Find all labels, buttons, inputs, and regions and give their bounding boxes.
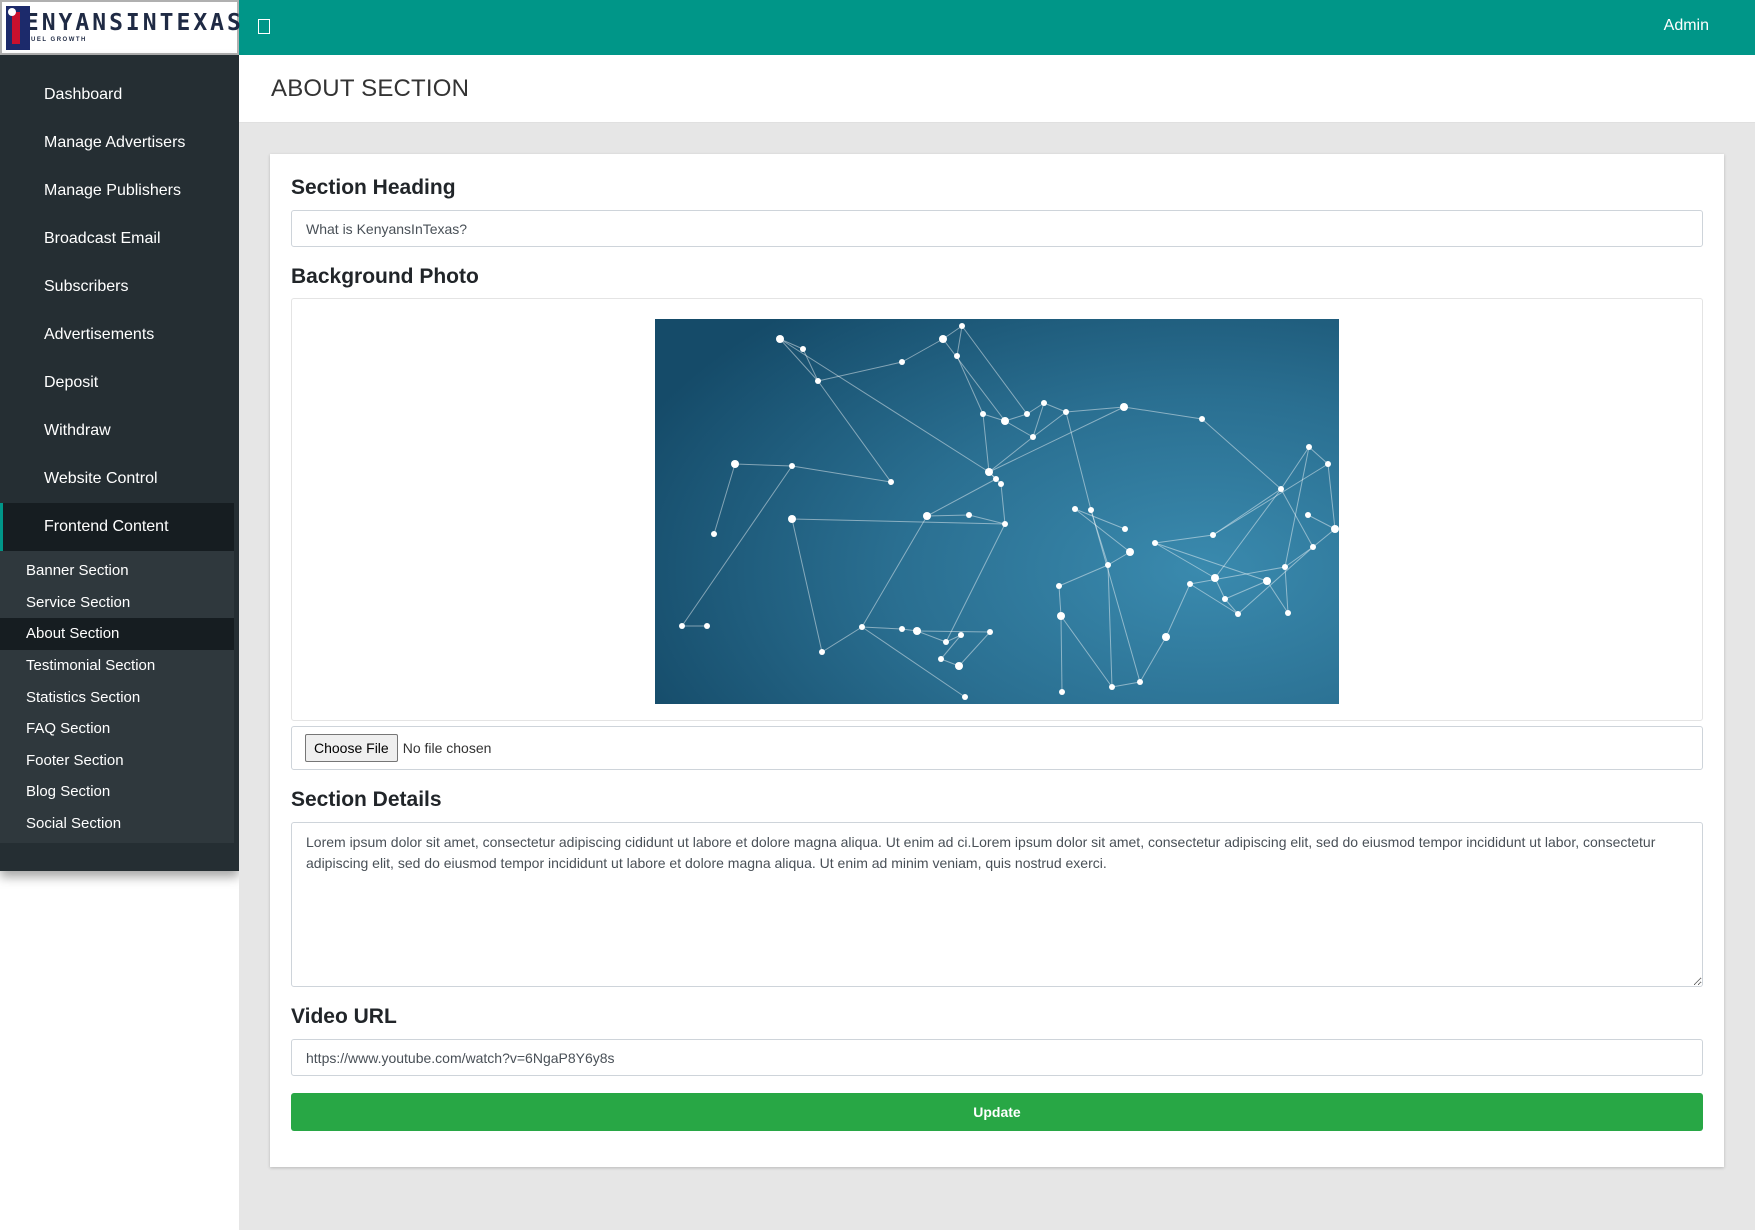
sidebar-item-manage-advertisers[interactable]: Manage Advertisers xyxy=(0,119,239,167)
video-url-label: Video URL xyxy=(291,1005,397,1028)
brand-logo[interactable]: KENYANSINTEXAS WE FUEL GROWTH xyxy=(0,0,241,55)
network-background-image xyxy=(655,319,1339,704)
subnav-item-service-section[interactable]: Service Section xyxy=(0,587,234,619)
background-photo-preview xyxy=(291,298,1703,721)
sidebar: Dashboard Manage Advertisers Manage Publ… xyxy=(0,55,239,871)
background-photo-label: Background Photo xyxy=(291,265,479,288)
subnav-item-faq-section[interactable]: FAQ Section xyxy=(0,713,234,745)
video-url-input[interactable] xyxy=(291,1039,1703,1076)
section-heading-input[interactable] xyxy=(291,210,1703,247)
sidebar-item-deposit[interactable]: Deposit xyxy=(0,359,239,407)
about-section-form: Section Heading Background Photo Choose … xyxy=(270,154,1724,1167)
page-header: ABOUT SECTION xyxy=(239,55,1755,123)
brand-name: KENYANSINTEXAS xyxy=(8,10,244,36)
choose-file-button[interactable]: Choose File xyxy=(305,734,398,762)
menu-toggle-icon[interactable] xyxy=(258,19,270,34)
sidebar-item-frontend-content[interactable]: Frontend Content xyxy=(0,503,234,551)
sidebar-item-manage-publishers[interactable]: Manage Publishers xyxy=(0,167,239,215)
subnav-item-testimonial-section[interactable]: Testimonial Section xyxy=(0,650,234,682)
sidebar-item-withdraw[interactable]: Withdraw xyxy=(0,407,239,455)
section-details-textarea[interactable]: Lorem ipsum dolor sit amet, consectetur … xyxy=(291,822,1703,987)
sidebar-item-subscribers[interactable]: Subscribers xyxy=(0,263,239,311)
file-upload-field: Choose File No file chosen xyxy=(291,726,1703,770)
admin-user-menu[interactable]: Admin xyxy=(1664,17,1709,35)
subnav-item-footer-section[interactable]: Footer Section xyxy=(0,745,234,777)
subnav-item-banner-section[interactable]: Banner Section xyxy=(0,555,234,587)
sidebar-item-website-control[interactable]: Website Control xyxy=(0,455,239,503)
file-status-text: No file chosen xyxy=(402,740,492,756)
sidebar-item-dashboard[interactable]: Dashboard xyxy=(0,71,239,119)
subnav-item-blog-section[interactable]: Blog Section xyxy=(0,776,234,808)
sidebar-item-broadcast-email[interactable]: Broadcast Email xyxy=(0,215,239,263)
subnav-item-statistics-section[interactable]: Statistics Section xyxy=(0,681,234,713)
frontend-content-submenu: Banner Section Service Section About Sec… xyxy=(0,551,234,844)
subnav-item-about-section[interactable]: About Section xyxy=(0,618,234,650)
sidebar-item-advertisements[interactable]: Advertisements xyxy=(0,311,239,359)
brand-tagline: WE FUEL GROWTH xyxy=(10,37,87,43)
section-details-label: Section Details xyxy=(291,788,442,811)
page-title: ABOUT SECTION xyxy=(271,75,470,102)
update-button[interactable]: Update xyxy=(291,1093,1703,1131)
top-navbar: KENYANSINTEXAS WE FUEL GROWTH Admin xyxy=(0,0,1755,55)
section-heading-label: Section Heading xyxy=(291,176,456,199)
subnav-item-social-section[interactable]: Social Section xyxy=(0,808,234,840)
